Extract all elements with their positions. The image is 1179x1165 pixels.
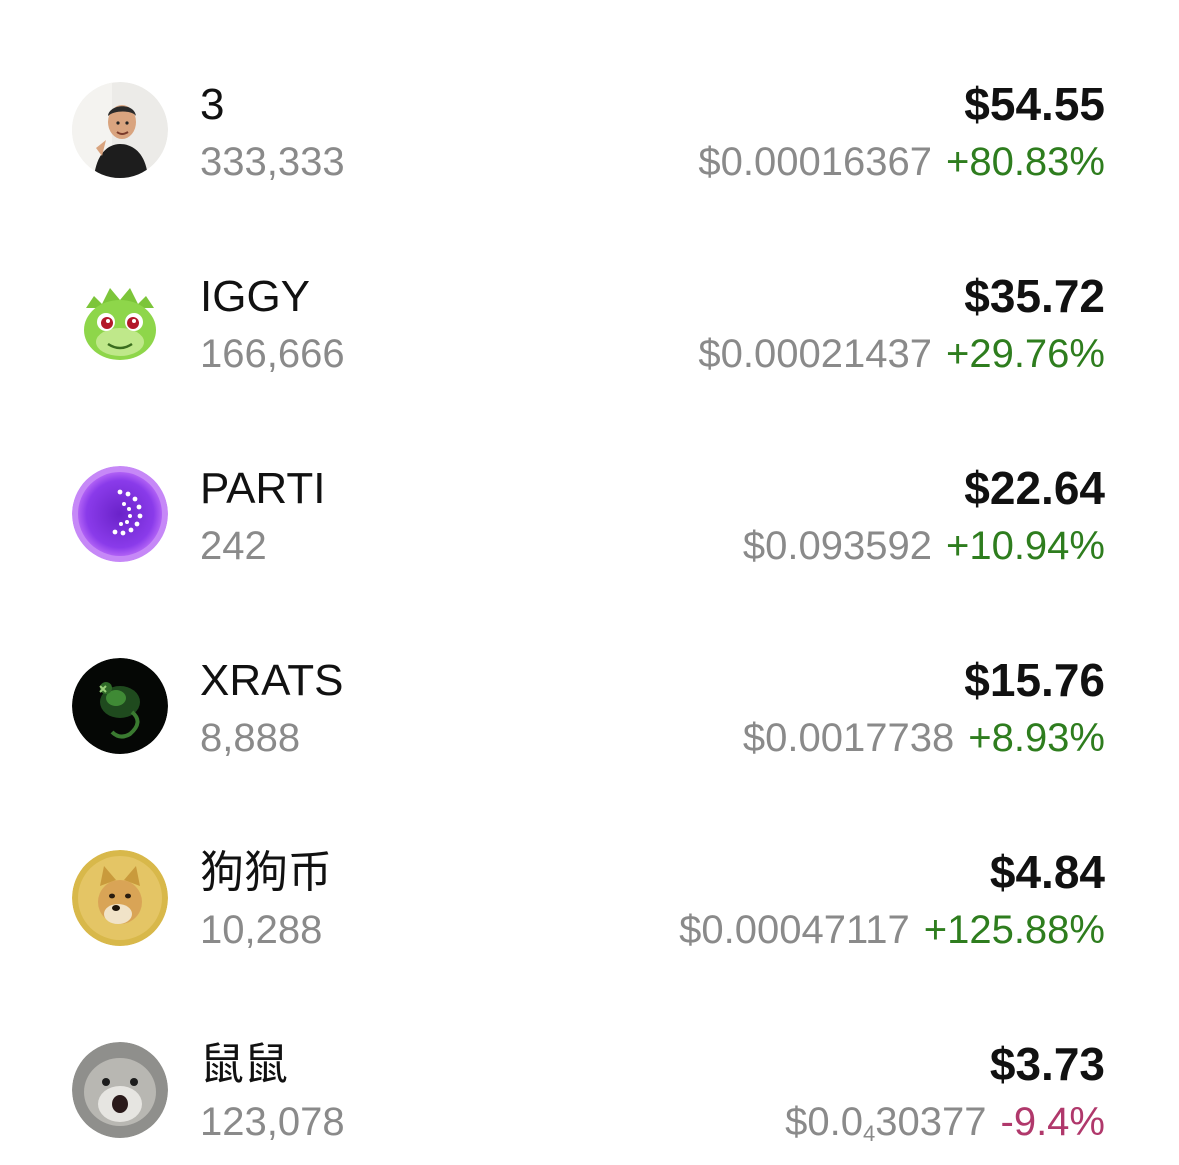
token-name: PARTI	[200, 464, 326, 513]
token-name: XRATS	[200, 656, 344, 705]
doge-icon	[72, 850, 168, 946]
token-price: $0.093592	[742, 524, 932, 568]
token-value: $35.72	[964, 270, 1105, 322]
token-change: -9.4%	[1000, 1100, 1106, 1144]
purple-spiral-icon	[72, 466, 168, 562]
token-price-line: $0.00047117 +125.88%	[679, 910, 1105, 950]
man-portrait-icon	[72, 82, 168, 178]
token-change: +80.83%	[945, 140, 1105, 184]
green-dragon-icon	[72, 274, 168, 370]
token-quantity: 333,333	[200, 140, 345, 184]
hamster-icon	[72, 1042, 168, 1138]
token-row[interactable]: XRATS 8,888 $15.76 $0.0017738 +8.93%	[0, 631, 1179, 781]
token-change: +10.94%	[945, 524, 1105, 568]
token-change: +29.76%	[945, 332, 1105, 376]
token-name: IGGY	[200, 272, 311, 321]
token-row[interactable]: 鼠鼠 123,078 $3.73 $0.0430377 -9.4%	[0, 1015, 1179, 1165]
token-price-line: $0.0017738 +8.93%	[743, 718, 1105, 758]
token-name: 狗狗币	[200, 848, 332, 897]
token-value: $3.73	[989, 1038, 1105, 1090]
token-row[interactable]: PARTI 242 $22.64 $0.093592 +10.94%	[0, 439, 1179, 589]
token-price-prefix: $0.0	[785, 1100, 864, 1144]
token-price-line: $0.0430377 -9.4%	[785, 1102, 1105, 1145]
token-quantity: 123,078	[200, 1100, 345, 1144]
green-rat-icon	[72, 658, 168, 754]
token-price-zero-count: 4	[863, 1121, 876, 1146]
token-quantity: 242	[200, 524, 267, 568]
token-quantity: 8,888	[200, 716, 301, 760]
token-price-digits: 30377	[875, 1100, 987, 1144]
token-price: $0.00047117	[679, 908, 910, 952]
token-price: $0.0430377	[785, 1100, 987, 1146]
token-value: $54.55	[964, 78, 1105, 130]
token-value: $4.84	[989, 846, 1105, 898]
token-price-line: $0.093592 +10.94%	[743, 526, 1105, 566]
token-price-line: $0.00016367 +80.83%	[698, 142, 1105, 182]
token-price: $0.00021437	[698, 332, 932, 376]
token-quantity: 166,666	[200, 332, 345, 376]
token-value: $22.64	[964, 462, 1105, 514]
token-list: 3 333,333 $54.55 $0.00016367+80.83% IGG	[0, 0, 1179, 1153]
token-change: +125.88%	[923, 908, 1105, 952]
token-price: $0.00016367	[698, 140, 932, 184]
token-name: 鼠鼠	[200, 1040, 288, 1089]
token-row[interactable]: 3 333,333 $54.55 $0.00016367 +80.83%	[0, 55, 1179, 205]
token-value: $15.76	[964, 654, 1105, 706]
token-quantity: 10,288	[200, 908, 323, 952]
token-row[interactable]: 狗狗币 10,288 $4.84 $0.00047117 +125.88%	[0, 823, 1179, 973]
token-name: 3	[200, 80, 225, 129]
token-price: $0.0017738	[742, 716, 955, 760]
token-price-line: $0.00021437 +29.76%	[698, 334, 1105, 374]
token-change: +8.93%	[968, 716, 1105, 760]
token-row[interactable]: IGGY 166,666 $35.72 $0.00021437 +29.76%	[0, 247, 1179, 397]
